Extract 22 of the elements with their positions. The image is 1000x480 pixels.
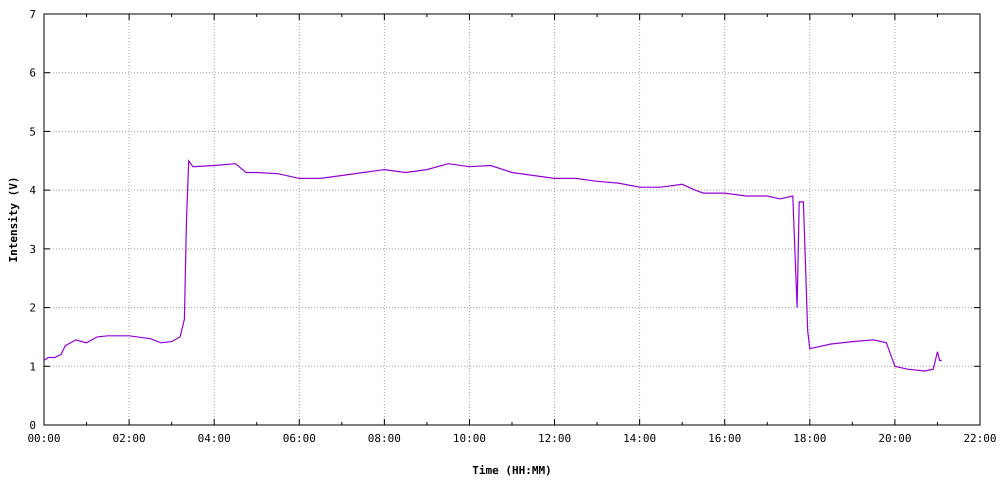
y-tick-label: 3 xyxy=(29,242,36,256)
x-tick-label: 04:00 xyxy=(198,432,231,445)
x-tick-label: 10:00 xyxy=(452,432,486,445)
y-tick-label: 5 xyxy=(29,125,36,138)
x-tick-label: 16:00 xyxy=(708,432,742,445)
x-tick-label: 20:00 xyxy=(878,432,912,445)
x-tick-label: 12:00 xyxy=(538,432,572,445)
x-tick-label: 06:00 xyxy=(282,432,316,445)
y-axis-title: Intensity (V) xyxy=(7,176,20,263)
x-tick-label: 18:00 xyxy=(793,432,826,445)
x-tick-label: 08:00 xyxy=(368,432,401,445)
y-tick-label: 7 xyxy=(29,8,36,21)
x-tick-label: 14:00 xyxy=(623,432,656,445)
x-tick-label: 02:00 xyxy=(112,432,146,445)
y-tick-label: 2 xyxy=(29,302,36,315)
x-tick-label: 00:00 xyxy=(27,432,61,445)
y-tick-label: 0 xyxy=(29,419,36,432)
y-tick-label: 6 xyxy=(29,66,36,80)
y-tick-label: 1 xyxy=(29,360,36,374)
x-axis-title: Time (HH:MM) xyxy=(472,464,552,477)
y-tick-label: 4 xyxy=(29,184,36,198)
x-tick-label: 22:00 xyxy=(963,432,997,445)
